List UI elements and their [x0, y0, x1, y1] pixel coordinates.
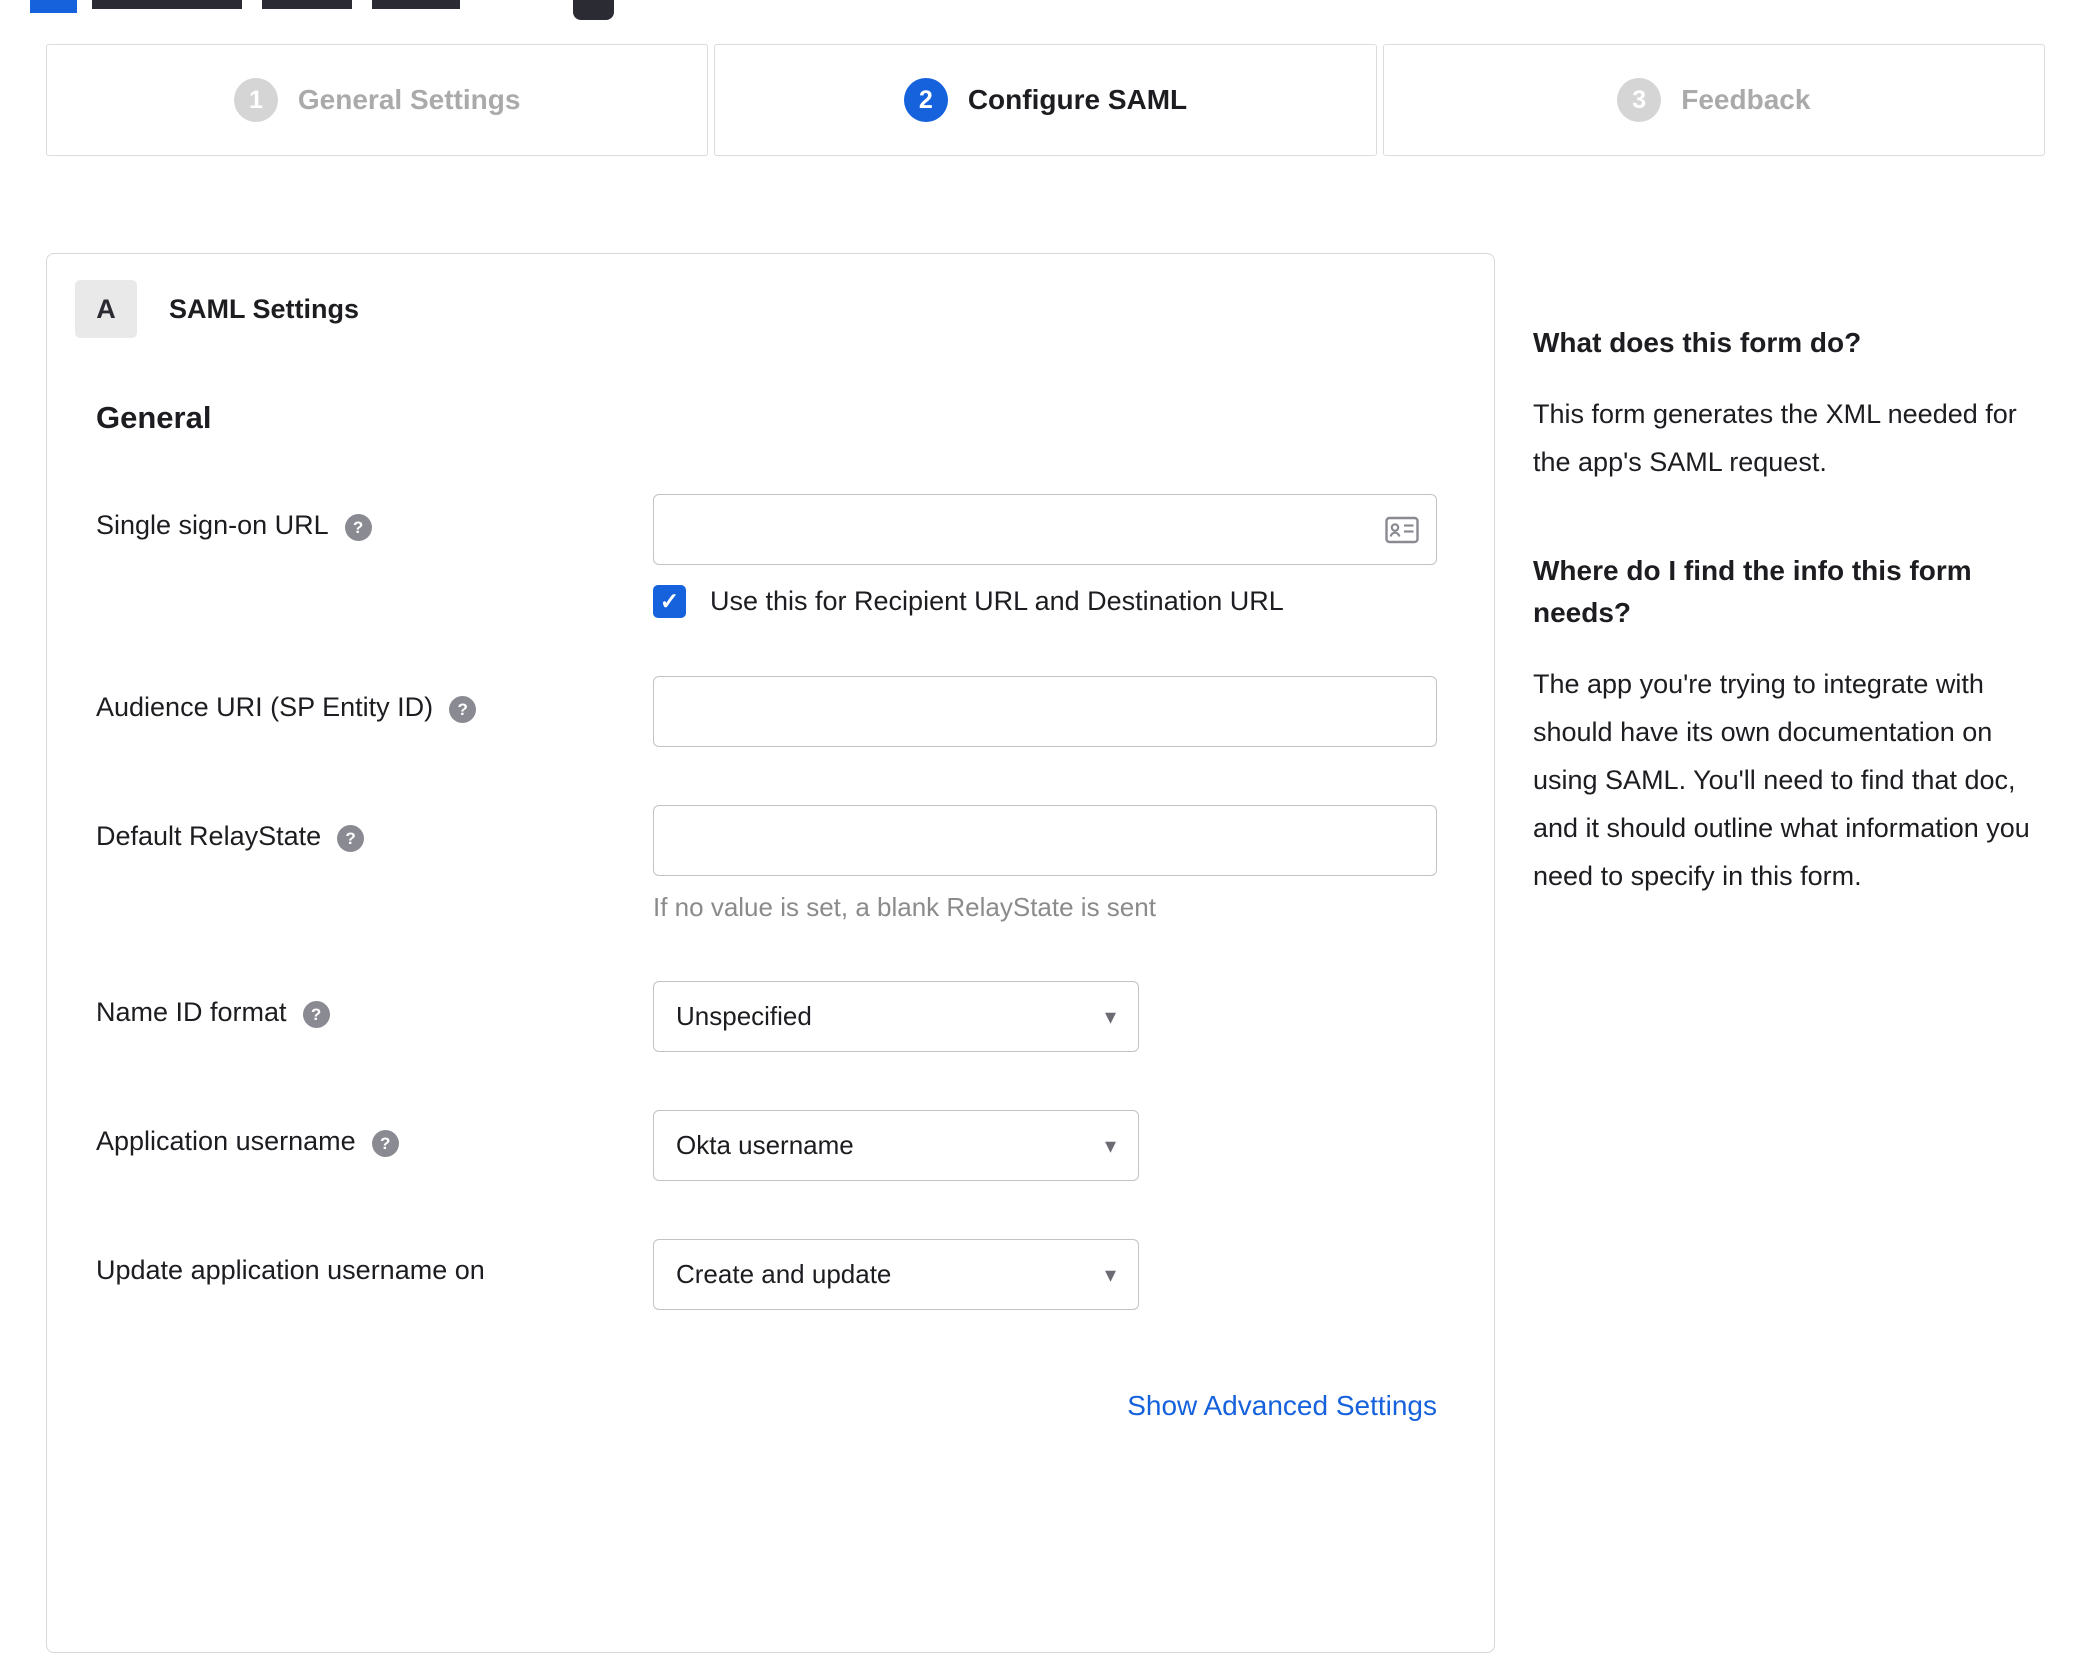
update-app-username-label: Update application username on: [96, 1255, 485, 1285]
update-app-username-row: Update application username on Create an…: [96, 1239, 1437, 1310]
app-username-row: Application username ? Okta username ▾: [96, 1110, 1437, 1181]
contact-card-icon: [1385, 516, 1419, 543]
step-number-badge: 2: [903, 78, 948, 122]
update-app-username-value: Create and update: [676, 1259, 892, 1289]
clipped-icon-fragment: [573, 0, 614, 20]
sso-url-label: Single sign-on URL: [96, 510, 329, 540]
clipped-logo-fragment: [30, 0, 77, 13]
update-app-username-label-group: Update application username on: [96, 1239, 653, 1310]
sso-url-input[interactable]: [653, 494, 1437, 565]
chevron-down-icon: ▾: [1104, 1003, 1116, 1029]
help-body: This form generates the XML needed for t…: [1533, 399, 2017, 477]
clipped-title-fragment: [372, 0, 460, 9]
wizard-stepper: 1 General Settings 2 Configure SAML 3 Fe…: [46, 44, 2045, 156]
help-icon[interactable]: ?: [449, 696, 477, 723]
step-general-settings[interactable]: 1 General Settings: [46, 44, 709, 156]
relay-state-label: Default RelayState: [96, 821, 322, 851]
recipient-url-checkbox[interactable]: ✓: [653, 585, 686, 618]
section-header: A SAML Settings: [75, 280, 1437, 338]
help-section-what: What does this form do? This form genera…: [1533, 322, 2049, 486]
help-body: The app you're trying to integrate with …: [1533, 669, 2030, 891]
help-icon[interactable]: ?: [371, 1130, 399, 1157]
recipient-url-checkbox-label: Use this for Recipient URL and Destinati…: [710, 586, 1284, 616]
help-icon[interactable]: ?: [337, 825, 365, 852]
name-id-format-label: Name ID format: [96, 997, 287, 1027]
section-a-badge: A: [75, 280, 137, 338]
audience-uri-label-group: Audience URI (SP Entity ID) ?: [96, 676, 653, 747]
step-feedback[interactable]: 3 Feedback: [1382, 44, 2045, 156]
general-group-title: General: [96, 400, 212, 435]
name-id-format-label-group: Name ID format ?: [96, 981, 653, 1052]
help-heading: Where do I find the info this form needs…: [1533, 555, 1972, 628]
relay-state-hint: If no value is set, a blank RelayState i…: [653, 892, 1156, 922]
show-advanced-settings-link[interactable]: Show Advanced Settings: [1127, 1390, 1437, 1421]
step-number-badge: 1: [233, 78, 278, 122]
step-label: General Settings: [297, 84, 521, 115]
help-icon[interactable]: ?: [302, 1001, 330, 1028]
step-label: Feedback: [1681, 84, 1811, 115]
section-title: SAML Settings: [169, 293, 360, 324]
advanced-settings-row: Show Advanced Settings: [96, 1390, 1437, 1422]
chevron-down-icon: ▾: [1104, 1261, 1116, 1287]
update-app-username-select[interactable]: Create and update ▾: [653, 1239, 1139, 1310]
app-username-label-group: Application username ?: [96, 1110, 653, 1181]
audience-uri-label: Audience URI (SP Entity ID): [96, 692, 434, 722]
clipped-title-fragment: [92, 0, 242, 9]
app-username-select[interactable]: Okta username ▾: [653, 1110, 1139, 1181]
name-id-format-select[interactable]: Unspecified ▾: [653, 981, 1139, 1052]
audience-uri-row: Audience URI (SP Entity ID) ?: [96, 676, 1437, 747]
sso-url-row: Single sign-on URL ?: [96, 494, 1437, 565]
step-label: Configure SAML: [967, 84, 1188, 115]
step-configure-saml[interactable]: 2 Configure SAML: [714, 44, 1377, 156]
app-username-value: Okta username: [676, 1130, 854, 1160]
sso-url-label-group: Single sign-on URL ?: [96, 494, 653, 565]
recipient-url-checkbox-row: ✓ Use this for Recipient URL and Destina…: [96, 585, 1437, 618]
name-id-format-value: Unspecified: [676, 1001, 812, 1031]
relay-state-row: Default RelayState ? If no value is set,…: [96, 805, 1437, 923]
help-sidebar: What does this form do? This form genera…: [1533, 322, 2049, 900]
relay-state-label-group: Default RelayState ?: [96, 805, 653, 923]
step-number-badge: 3: [1617, 78, 1662, 122]
help-section-where: Where do I find the info this form needs…: [1533, 550, 2049, 900]
app-username-label: Application username: [96, 1126, 356, 1156]
clipped-title-fragment: [262, 0, 352, 9]
help-icon[interactable]: ?: [344, 514, 372, 541]
audience-uri-input[interactable]: [653, 676, 1437, 747]
chevron-down-icon: ▾: [1104, 1132, 1116, 1158]
saml-settings-panel: A SAML Settings General Single sign-on U…: [46, 253, 1495, 1653]
name-id-format-row: Name ID format ? Unspecified ▾: [96, 981, 1437, 1052]
relay-state-input[interactable]: [653, 805, 1437, 876]
help-heading: What does this form do?: [1533, 327, 1862, 358]
